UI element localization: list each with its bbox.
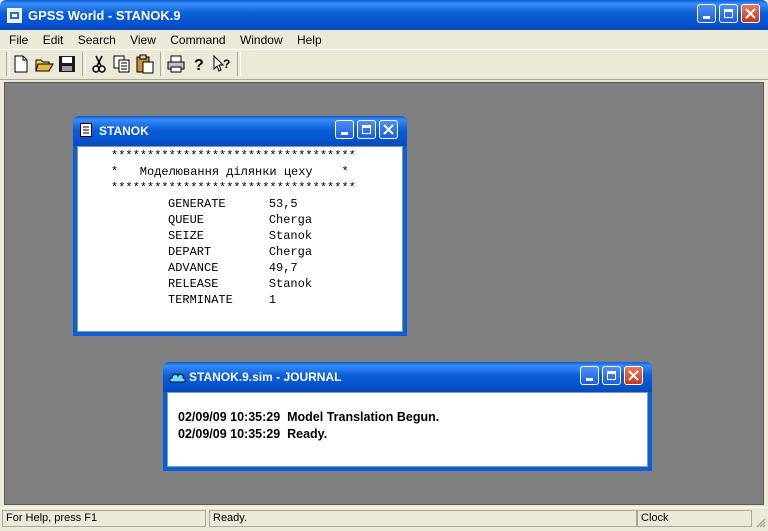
resize-grip-icon[interactable]	[754, 516, 766, 528]
minimize-button[interactable]	[697, 4, 716, 23]
app-title-bar[interactable]: GPSS World - STANOK.9	[0, 0, 768, 30]
journal-text-area[interactable]: 02/09/09 10:35:29 Model Translation Begu…	[167, 392, 648, 467]
model-line: GENERATE 53,5	[168, 197, 298, 211]
menu-search[interactable]: Search	[78, 33, 116, 47]
journal-close-button[interactable]	[624, 366, 643, 385]
maximize-icon	[362, 125, 371, 134]
copy-button[interactable]	[111, 53, 133, 75]
menu-view[interactable]: View	[130, 33, 156, 47]
close-icon	[628, 370, 639, 381]
status-state-pane: Ready.	[209, 510, 637, 527]
menu-command[interactable]: Command	[170, 33, 225, 47]
model-line: * Моделювання ділянки цеху *	[111, 165, 349, 179]
menu-file[interactable]: File	[9, 33, 28, 47]
model-window-title: STANOK	[99, 124, 149, 138]
save-button[interactable]	[56, 53, 78, 75]
cloud-icon	[169, 373, 186, 383]
minimize-icon	[341, 132, 348, 135]
svg-text:?: ?	[194, 57, 204, 74]
model-line: DEPART Cherga	[168, 245, 313, 259]
model-minimize-button[interactable]	[335, 120, 354, 139]
model-line: QUEUE Cherga	[168, 213, 313, 227]
status-help-text: For Help, press F1	[6, 512, 98, 524]
app-title: GPSS World - STANOK.9	[28, 8, 181, 23]
close-icon	[745, 8, 756, 19]
status-clock-text: Clock	[641, 512, 669, 524]
print-button[interactable]	[165, 53, 187, 75]
context-help-button[interactable]: ?	[211, 53, 233, 75]
minimize-icon	[586, 378, 593, 381]
status-help-pane: For Help, press F1	[2, 510, 206, 527]
model-line: **********************************	[111, 181, 356, 195]
close-icon	[383, 124, 394, 135]
model-maximize-button[interactable]	[357, 120, 376, 139]
document-icon	[80, 123, 92, 137]
save-icon	[59, 56, 75, 72]
new-icon	[14, 55, 28, 73]
new-button[interactable]	[10, 53, 32, 75]
maximize-button[interactable]	[719, 4, 738, 23]
app-icon[interactable]	[7, 8, 22, 23]
model-line: SEIZE Stanok	[168, 229, 313, 243]
journal-maximize-button[interactable]	[602, 366, 621, 385]
model-window[interactable]: STANOK *********************************…	[73, 116, 407, 336]
model-window-title-bar[interactable]: STANOK	[73, 116, 407, 146]
menu-help[interactable]: Help	[297, 33, 322, 47]
help-icon: ?	[194, 57, 204, 74]
model-line: ADVANCE 49,7	[168, 261, 298, 275]
journal-minimize-button[interactable]	[580, 366, 599, 385]
context-help-icon: ?	[213, 54, 230, 72]
close-button[interactable]	[741, 4, 760, 23]
open-icon	[35, 59, 54, 72]
status-clock-pane: Clock	[637, 510, 752, 527]
model-close-button[interactable]	[379, 120, 398, 139]
status-bar: For Help, press F1 Ready. Clock	[0, 507, 768, 531]
status-state-text: Ready.	[213, 512, 248, 524]
print-icon	[167, 55, 185, 73]
model-line: RELEASE Stanok	[168, 277, 313, 291]
open-button[interactable]	[33, 53, 55, 75]
journal-window-title: STANOK.9.sim - JOURNAL	[189, 370, 342, 384]
cut-icon	[92, 55, 106, 73]
journal-line: 02/09/09 10:35:29 Model Translation Begu…	[178, 410, 440, 424]
paste-button[interactable]	[134, 53, 156, 75]
journal-window-title-bar[interactable]: STANOK.9.sim - JOURNAL	[163, 362, 652, 392]
model-line: TERMINATE 1	[168, 293, 277, 307]
model-text-area[interactable]: ********************************** * Мод…	[77, 146, 403, 332]
journal-line: 02/09/09 10:35:29 Ready.	[178, 427, 328, 441]
menu-bar: File Edit Search View Command Window Hel…	[0, 30, 768, 49]
help-button[interactable]: ?	[188, 53, 210, 75]
minimize-icon	[703, 16, 710, 19]
maximize-icon	[724, 9, 733, 18]
svg-text:?: ?	[223, 57, 230, 71]
maximize-icon	[607, 371, 616, 380]
paste-icon	[136, 54, 154, 74]
copy-icon	[113, 55, 130, 73]
menu-edit[interactable]: Edit	[43, 33, 64, 47]
model-line: **********************************	[111, 149, 356, 163]
cut-button[interactable]	[88, 53, 110, 75]
journal-window[interactable]: STANOK.9.sim - JOURNAL 02/09/09 10:35:29…	[163, 362, 652, 471]
menu-window[interactable]: Window	[240, 33, 283, 47]
